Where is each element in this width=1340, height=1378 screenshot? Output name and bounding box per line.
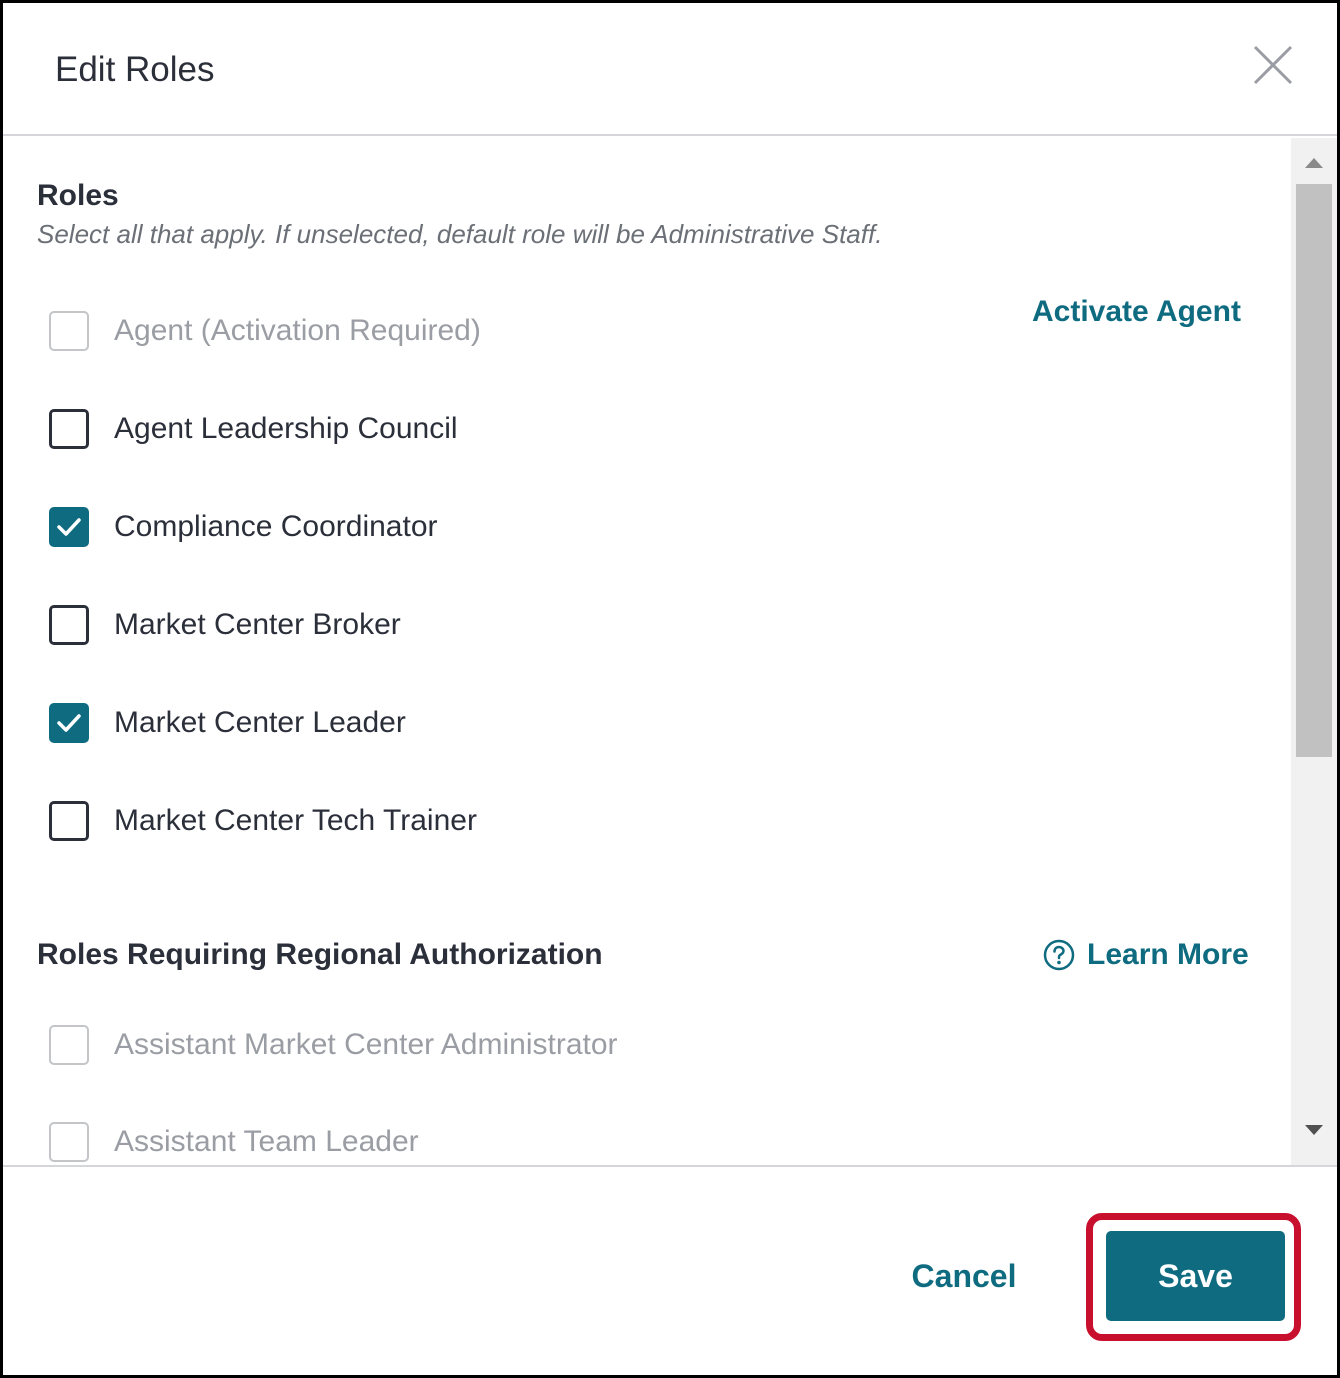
learn-more-label: Learn More xyxy=(1087,938,1249,971)
dialog-title: Edit Roles xyxy=(55,50,215,89)
role-option-label: Agent Leadership Council xyxy=(114,412,458,445)
roles-section-subtitle: Select all that apply. If unselected, de… xyxy=(37,219,883,249)
scroll-thumb[interactable] xyxy=(1296,184,1332,757)
triangle-down-icon xyxy=(1305,1125,1323,1135)
checkbox[interactable] xyxy=(49,409,89,449)
role-option-label: Assistant Team Leader xyxy=(114,1125,419,1158)
checkbox xyxy=(49,1025,89,1065)
activate-agent-link[interactable]: Activate Agent xyxy=(1032,294,1241,330)
role-option-market-center-broker[interactable]: Market Center Broker xyxy=(49,603,401,647)
role-option-agent-activation-required: Agent (Activation Required) xyxy=(49,309,481,353)
scroll-up-button[interactable] xyxy=(1291,138,1337,178)
checkbox[interactable] xyxy=(49,801,89,841)
role-option-label: Market Center Broker xyxy=(114,608,401,641)
role-option-assistant-team-leader: Assistant Team Leader xyxy=(49,1120,419,1164)
role-option-market-center-tech-trainer[interactable]: Market Center Tech Trainer xyxy=(49,799,477,843)
role-option-agent-leadership-council[interactable]: Agent Leadership Council xyxy=(49,407,458,451)
checkbox[interactable] xyxy=(49,703,89,743)
save-button[interactable]: Save xyxy=(1106,1231,1285,1321)
learn-more-link[interactable]: Learn More xyxy=(1043,937,1249,973)
scroll-down-button[interactable] xyxy=(1291,1125,1337,1165)
checkbox[interactable] xyxy=(49,605,89,645)
role-option-label: Market Center Tech Trainer xyxy=(114,804,477,837)
edit-roles-dialog: Edit Roles Roles Select all that apply. … xyxy=(0,0,1340,1378)
checkmark-icon xyxy=(57,714,81,732)
checkbox xyxy=(49,311,89,351)
close-icon xyxy=(1253,45,1293,85)
role-option-label: Compliance Coordinator xyxy=(114,510,438,543)
role-option-assistant-market-center-administrator: Assistant Market Center Administrator xyxy=(49,1023,618,1067)
role-option-label: Assistant Market Center Administrator xyxy=(114,1028,618,1061)
dialog-footer: Cancel Save xyxy=(3,1165,1337,1375)
close-button[interactable] xyxy=(1251,43,1295,87)
role-option-market-center-leader[interactable]: Market Center Leader xyxy=(49,701,406,745)
checkbox xyxy=(49,1122,89,1162)
dialog-body[interactable]: Roles Select all that apply. If unselect… xyxy=(3,138,1337,1165)
checkmark-icon xyxy=(57,518,81,536)
triangle-up-icon xyxy=(1305,158,1323,168)
dialog-header: Edit Roles xyxy=(3,3,1337,136)
role-option-label: Agent (Activation Required) xyxy=(114,314,481,347)
help-circle-icon xyxy=(1043,939,1075,971)
vertical-scrollbar[interactable] xyxy=(1291,138,1337,1165)
regional-section-title: Roles Requiring Regional Authorization xyxy=(37,938,603,971)
role-option-compliance-coordinator[interactable]: Compliance Coordinator xyxy=(49,505,438,549)
roles-section-title: Roles xyxy=(37,179,119,212)
role-option-label: Market Center Leader xyxy=(114,706,406,739)
checkbox[interactable] xyxy=(49,507,89,547)
cancel-button[interactable]: Cancel xyxy=(889,1253,1039,1299)
